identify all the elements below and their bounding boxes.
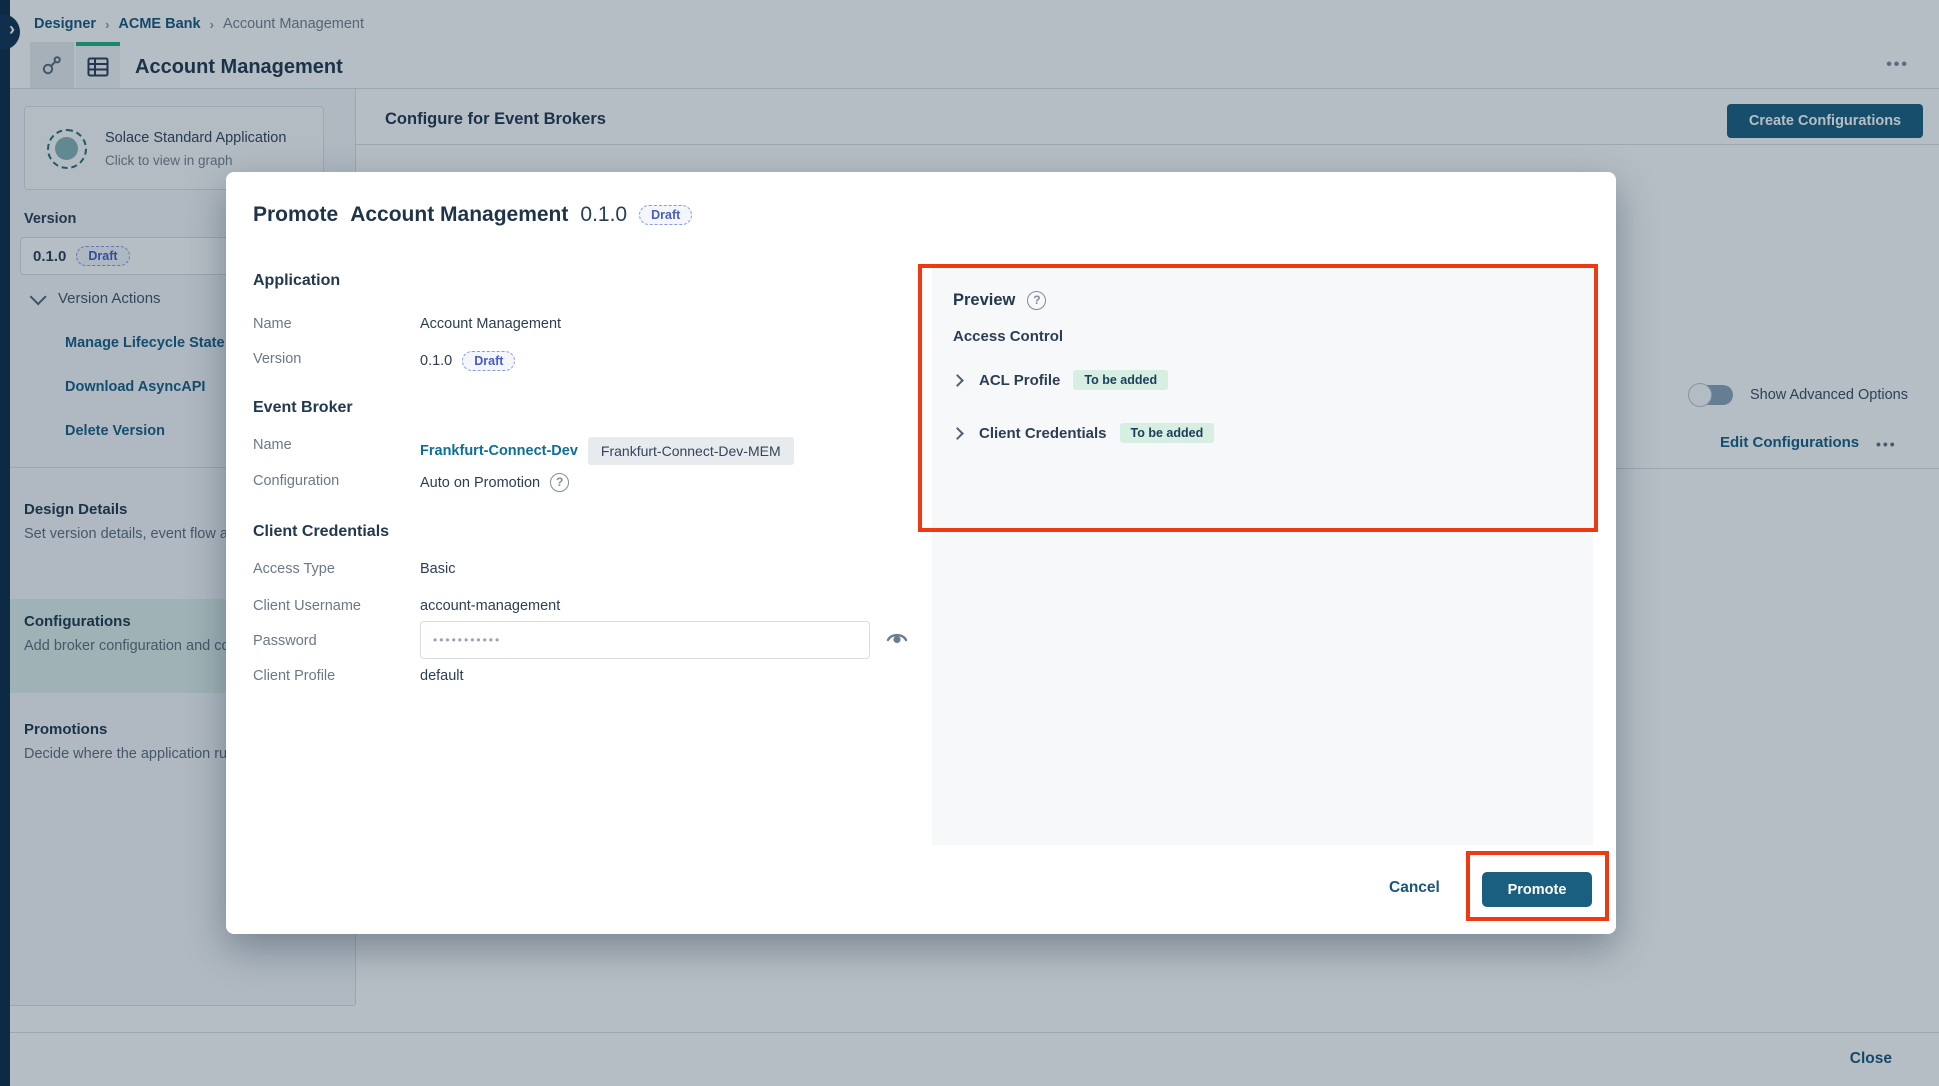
app-version-number: 0.1.0 — [420, 353, 452, 369]
app-version-value: 0.1.0 Draft — [420, 351, 515, 371]
event-broker-section-heading: Event Broker — [253, 399, 353, 417]
help-icon[interactable]: ? — [550, 473, 569, 492]
promote-button[interactable]: Promote — [1482, 872, 1592, 907]
modal-title-action: Promote — [253, 203, 338, 227]
access-control-subheading: Access Control — [953, 328, 1063, 345]
app-version-draft-badge: Draft — [462, 351, 515, 371]
broker-name-label: Name — [253, 437, 292, 453]
preview-panel: Preview ? Access Control ACL Profile To … — [932, 267, 1593, 845]
to-be-added-badge: To be added — [1120, 423, 1215, 443]
preview-row-acl-profile[interactable]: ACL Profile To be added — [953, 370, 1168, 390]
broker-name-link[interactable]: Frankfurt-Connect-Dev — [420, 443, 578, 459]
app-version-label: Version — [253, 351, 301, 367]
preview-heading: Preview — [953, 291, 1015, 310]
client-profile-value: default — [420, 668, 464, 684]
broker-name-value: Frankfurt-Connect-Dev Frankfurt-Connect-… — [420, 437, 794, 465]
chevron-right-icon — [951, 374, 964, 387]
to-be-added-badge: To be added — [1073, 370, 1168, 390]
password-field[interactable] — [420, 621, 870, 659]
modal-title-version: 0.1.0 — [580, 203, 627, 227]
client-username-label: Client Username — [253, 598, 361, 614]
cancel-button[interactable]: Cancel — [1389, 879, 1440, 897]
chevron-right-icon — [951, 427, 964, 440]
preview-help-icon[interactable]: ? — [1027, 291, 1046, 310]
promote-modal: Promote Account Management 0.1.0 Draft A… — [226, 172, 1616, 934]
broker-config-value: Auto on Promotion ? — [420, 473, 569, 492]
preview-row-client-credentials[interactable]: Client Credentials To be added — [953, 423, 1214, 443]
preview-row-label: ACL Profile — [979, 372, 1060, 389]
show-password-eye-icon[interactable] — [886, 630, 908, 646]
application-section-heading: Application — [253, 272, 340, 290]
app-name-value: Account Management — [420, 316, 561, 332]
broker-config-label: Configuration — [253, 473, 339, 489]
client-profile-label: Client Profile — [253, 668, 335, 684]
app-name-label: Name — [253, 316, 292, 332]
modal-title-app-name: Account Management — [350, 203, 568, 227]
password-label: Password — [253, 633, 317, 649]
access-type-label: Access Type — [253, 561, 335, 577]
client-credentials-section-heading: Client Credentials — [253, 523, 389, 541]
app-window: › Designer › ACME Bank › Account Managem… — [0, 0, 1939, 1086]
preview-heading-row: Preview ? — [953, 291, 1046, 310]
modal-title: Promote Account Management 0.1.0 Draft — [253, 203, 692, 227]
broker-config-text: Auto on Promotion — [420, 475, 540, 491]
modal-draft-badge: Draft — [639, 205, 692, 225]
preview-row-label: Client Credentials — [979, 425, 1107, 442]
client-username-value: account-management — [420, 598, 560, 614]
access-type-value: Basic — [420, 561, 455, 577]
broker-service-chip: Frankfurt-Connect-Dev-MEM — [588, 437, 794, 465]
